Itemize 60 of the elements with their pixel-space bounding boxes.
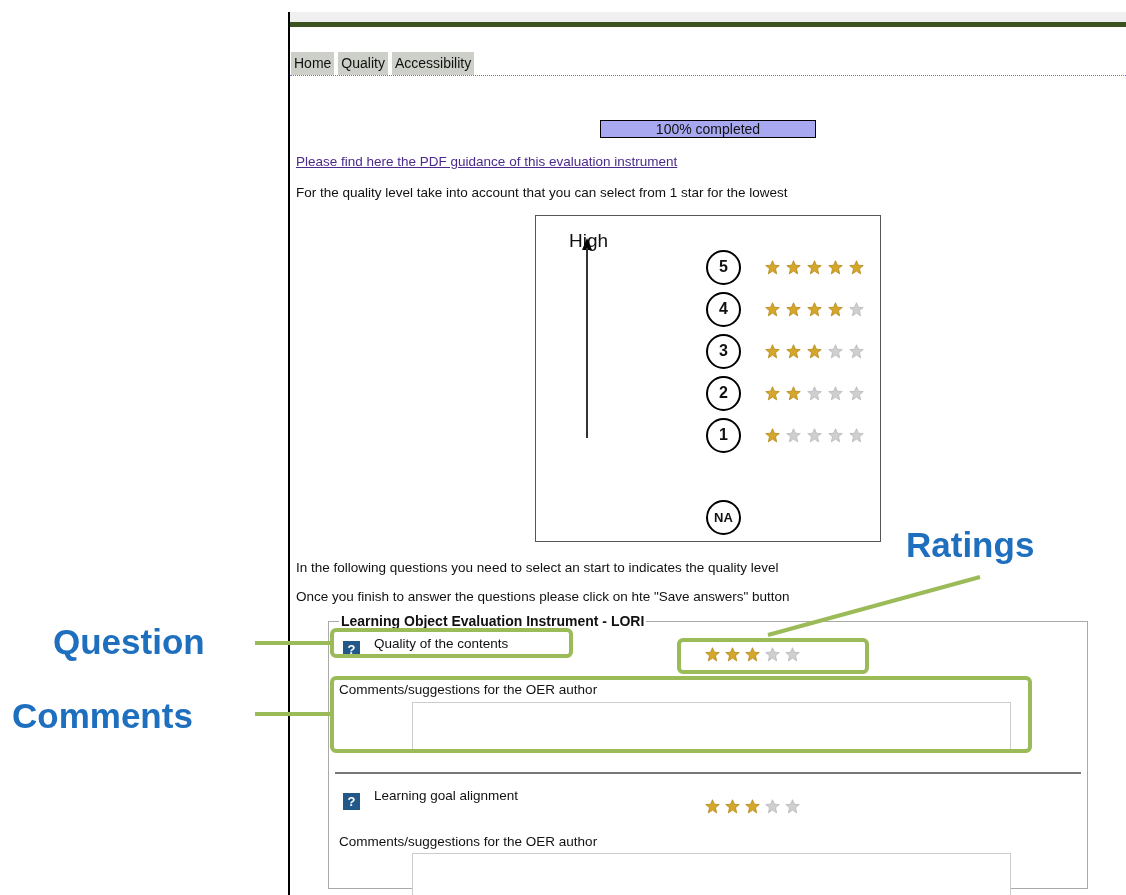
star-icon xyxy=(765,385,780,401)
star-icon[interactable] xyxy=(765,798,780,814)
level-number: 5 xyxy=(706,249,741,285)
star-icon[interactable] xyxy=(785,798,800,814)
callout-label: Question xyxy=(53,622,205,662)
star-icon xyxy=(828,301,843,317)
comment-field[interactable] xyxy=(412,701,1011,752)
star-icon[interactable] xyxy=(765,647,780,663)
instruction-text: Once you finish to answer the questions please click on hte "Save answers" button xyxy=(296,589,791,606)
star-icon[interactable] xyxy=(705,647,720,663)
star-icon[interactable] xyxy=(785,647,800,663)
help-button[interactable]: ? xyxy=(343,792,360,810)
star-icon xyxy=(849,301,864,317)
comment-label: Comments/suggestions for the OER author xyxy=(339,682,598,699)
star-icon xyxy=(765,301,780,317)
level-number: 2 xyxy=(706,375,741,411)
star-icon[interactable] xyxy=(705,798,720,814)
form-legend: Learning Object Evaluation Instrument - LORI xyxy=(339,613,647,630)
tab[interactable]: Home xyxy=(291,52,335,75)
star-icon xyxy=(786,301,801,317)
level-number: 1 xyxy=(706,417,741,453)
star-icon xyxy=(807,427,822,443)
star-icon xyxy=(765,343,780,359)
tab[interactable]: Accessibility xyxy=(391,52,475,75)
level-number: 3 xyxy=(706,333,741,369)
star-icon xyxy=(786,343,801,359)
star-icon[interactable] xyxy=(745,798,760,814)
star-icon xyxy=(765,427,780,443)
star-icon[interactable] xyxy=(725,798,740,814)
callout-label: Comments xyxy=(12,696,193,736)
star-icon xyxy=(786,259,801,275)
star-icon xyxy=(828,427,843,443)
star-icon xyxy=(828,259,843,275)
intro-text: For the quality level take into account that you can select from 1 star for the lowest xyxy=(296,185,789,202)
star-icon xyxy=(807,259,822,275)
star-icon xyxy=(828,385,843,401)
guidance-link[interactable]: Please find here the PDF guidance of this evaluation instrument xyxy=(296,152,678,173)
star-icon xyxy=(828,343,843,359)
tab[interactable]: Quality xyxy=(338,52,388,75)
progress-text: 100% completed xyxy=(654,121,762,137)
question-text: Quality of the contents xyxy=(374,636,510,653)
star-icon xyxy=(849,343,864,359)
comment-label: Comments/suggestions for the OER author xyxy=(339,833,598,850)
star-icon xyxy=(807,385,822,401)
star-icon[interactable] xyxy=(725,647,740,663)
level-number: 4 xyxy=(706,291,741,327)
question-text: Learning goal alignment xyxy=(374,787,520,804)
star-icon xyxy=(849,259,864,275)
star-icon xyxy=(786,427,801,443)
instruction-text: In the following questions you need to select an start to indicates the quality level xyxy=(296,560,780,577)
star-icon xyxy=(849,427,864,443)
star-icon xyxy=(849,385,864,401)
star-icon[interactable] xyxy=(745,647,760,663)
star-icon xyxy=(786,385,801,401)
star-icon xyxy=(765,259,780,275)
star-icon xyxy=(807,301,822,317)
callout-label: Ratings xyxy=(906,525,1035,565)
star-icon xyxy=(807,343,822,359)
not-applicable-label: NA xyxy=(706,500,741,536)
comment-field[interactable] xyxy=(412,852,1011,895)
